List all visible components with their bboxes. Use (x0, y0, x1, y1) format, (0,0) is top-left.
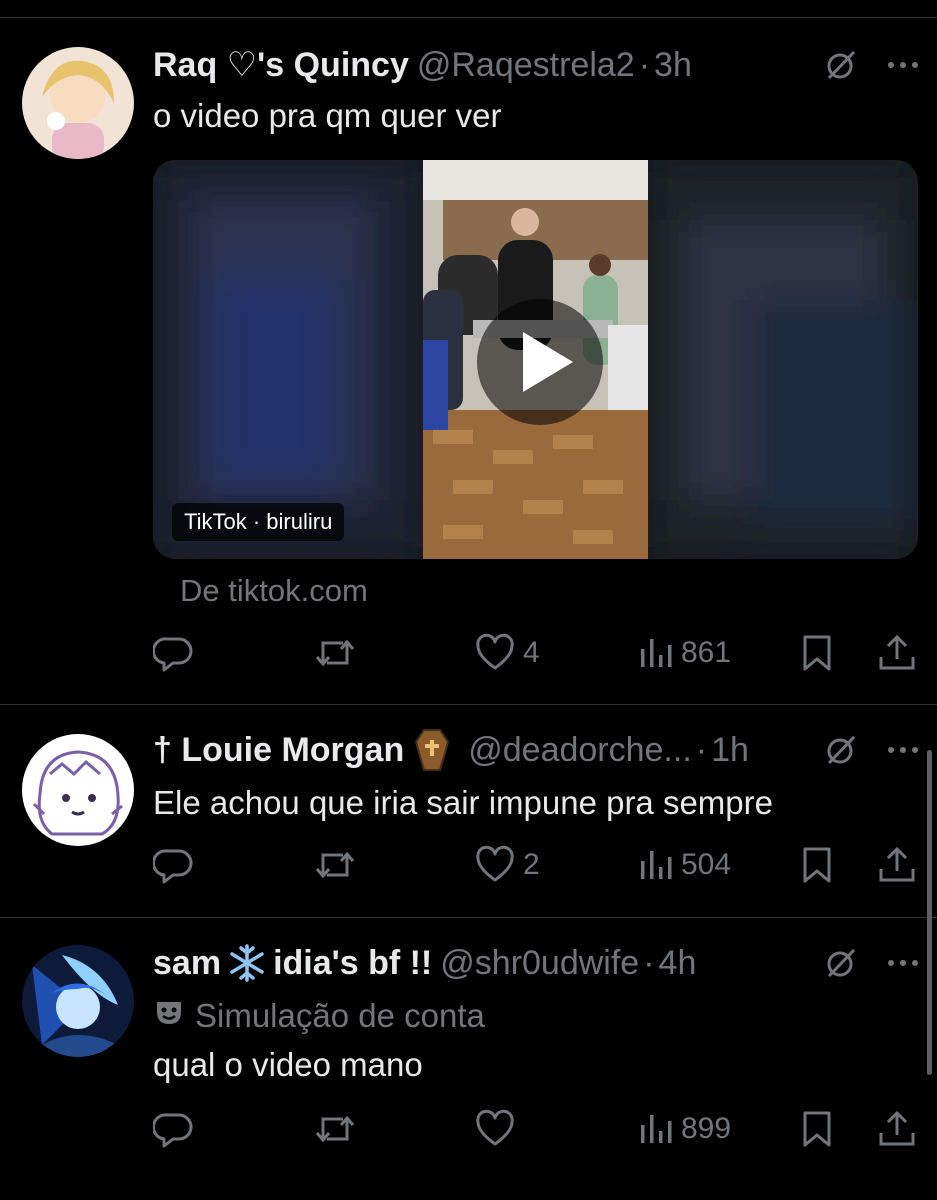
views-icon (637, 1109, 673, 1149)
post-divider (0, 917, 937, 918)
retweet-icon (313, 845, 357, 885)
like-button[interactable] (475, 1099, 523, 1159)
views-button[interactable]: 504 (637, 835, 731, 895)
bookmark-button[interactable] (799, 623, 835, 683)
post-header: † Louie Morgan @deadorche... · 1h (153, 726, 919, 774)
grok-icon[interactable] (825, 947, 857, 979)
reply-icon (153, 633, 193, 673)
post-text: o video pra qm quer ver (153, 97, 502, 134)
top-divider (0, 17, 937, 18)
heart-icon (475, 845, 515, 885)
timestamp[interactable]: 1h (711, 731, 749, 770)
theater-masks-icon (153, 996, 185, 1036)
bookmark-icon (799, 633, 835, 673)
handle[interactable]: @Raqestrela2 (417, 46, 635, 85)
share-button[interactable] (877, 835, 917, 895)
view-count: 504 (681, 848, 732, 881)
like-count: 2 (523, 848, 540, 881)
views-icon (637, 845, 673, 885)
retweet-button[interactable] (313, 835, 365, 895)
snowflake-icon (227, 943, 267, 983)
post-text: qual o video mano (153, 1046, 423, 1083)
play-icon[interactable] (475, 297, 605, 427)
avatar[interactable] (22, 734, 134, 846)
views-button[interactable]: 899 (637, 1099, 731, 1159)
bookmark-button[interactable] (799, 1099, 835, 1159)
reply-icon (153, 1109, 193, 1149)
views-icon (637, 633, 673, 673)
display-name[interactable]: † Louie Morgan (153, 731, 404, 770)
post-header: Raq ♡'s Quincy @Raqestrela2 · 3h (153, 41, 919, 89)
post-header: sam idia's bf !! @shr0udwife · 4h (153, 939, 919, 987)
display-name-prefix[interactable]: sam (153, 944, 221, 983)
link-source[interactable]: De tiktok.com (180, 573, 368, 609)
bookmark-icon (799, 1109, 835, 1149)
bookmark-button[interactable] (799, 835, 835, 895)
separator-dot: · (643, 943, 655, 982)
share-icon (877, 845, 917, 885)
more-icon[interactable] (887, 745, 919, 755)
heart-icon (475, 1109, 515, 1149)
display-name-suffix[interactable]: idia's bf !! (273, 944, 432, 983)
view-count: 861 (681, 636, 732, 669)
grok-icon[interactable] (825, 734, 857, 766)
grok-icon[interactable] (825, 49, 857, 81)
timestamp[interactable]: 3h (654, 46, 692, 85)
action-bar: 4 861 (153, 623, 917, 683)
share-button[interactable] (877, 623, 917, 683)
retweet-icon (313, 1109, 357, 1149)
coffin-icon (410, 728, 454, 772)
handle[interactable]: @deadorche... (468, 731, 692, 770)
action-bar: 899 (153, 1099, 917, 1159)
more-icon[interactable] (887, 60, 919, 70)
separator-dot: · (695, 730, 708, 769)
retweet-button[interactable] (313, 623, 365, 683)
timestamp[interactable]: 4h (659, 944, 697, 983)
share-icon (877, 1109, 917, 1149)
retweet-icon (313, 633, 357, 673)
post-divider (0, 704, 937, 705)
retweet-button[interactable] (313, 1099, 365, 1159)
media-source-badge: TikTok · biruliru (172, 503, 345, 541)
like-count: 4 (523, 636, 540, 669)
more-icon[interactable] (887, 958, 919, 968)
action-bar: 2 504 (153, 835, 917, 895)
share-button[interactable] (877, 1099, 917, 1159)
reply-button[interactable] (153, 623, 201, 683)
heart-icon (475, 633, 515, 673)
parody-label-text: Simulação de conta (195, 997, 485, 1034)
like-button[interactable]: 4 (475, 623, 540, 683)
avatar[interactable] (22, 47, 134, 159)
parody-label: Simulação de conta (153, 996, 485, 1036)
display-name[interactable]: Raq ♡'s Quincy (153, 45, 409, 85)
post-text: Ele achou que iria sair impune pra sempr… (153, 784, 773, 821)
media-video[interactable]: TikTok · biruliru (153, 160, 918, 559)
reply-button[interactable] (153, 1099, 201, 1159)
reply-icon (153, 845, 193, 885)
bookmark-icon (799, 845, 835, 885)
reply-button[interactable] (153, 835, 201, 895)
scrollbar[interactable] (927, 750, 932, 1075)
share-icon (877, 633, 917, 673)
handle[interactable]: @shr0udwife (440, 944, 639, 983)
separator-dot: · (638, 45, 651, 84)
view-count: 899 (681, 1112, 732, 1145)
like-button[interactable]: 2 (475, 835, 540, 895)
views-button[interactable]: 861 (637, 623, 731, 683)
avatar[interactable] (22, 945, 134, 1057)
